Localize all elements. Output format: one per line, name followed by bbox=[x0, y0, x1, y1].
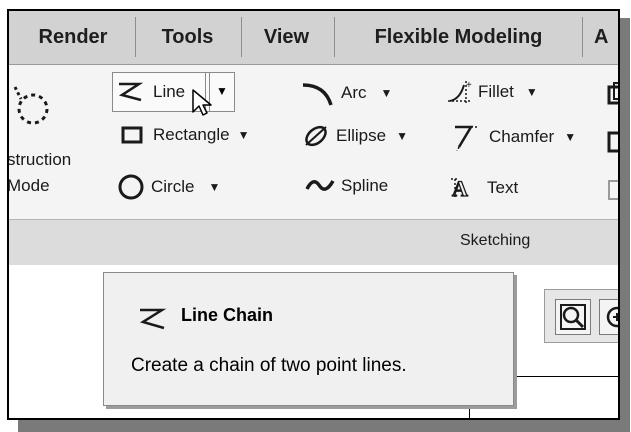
cursor-icon bbox=[192, 89, 212, 116]
tab-applications[interactable]: A bbox=[594, 11, 618, 64]
text-tool[interactable]: A Text bbox=[449, 175, 518, 201]
sketching-group-label: Sketching bbox=[460, 232, 531, 249]
sketch-edge-horizontal bbox=[499, 376, 618, 377]
rectangle-tool[interactable]: Rectangle ▼ bbox=[121, 125, 249, 145]
line-label: Line bbox=[153, 82, 186, 101]
zoom-to-fit-button[interactable] bbox=[555, 299, 591, 335]
tab-flexible-modeling[interactable]: Flexible Modeling bbox=[345, 11, 572, 64]
circle-dropdown-icon[interactable]: ▼ bbox=[208, 180, 220, 194]
chamfer-icon bbox=[455, 125, 479, 151]
ribbon-tab-bar: Render Tools View Flexible Modeling A bbox=[9, 11, 618, 65]
zoom-icon bbox=[560, 304, 586, 330]
blank-page-icon[interactable] bbox=[607, 177, 620, 201]
tab-separator bbox=[241, 17, 242, 57]
rectangle-icon bbox=[121, 126, 143, 144]
text-icon: A bbox=[451, 175, 469, 201]
circle-tool[interactable]: Circle ▼ bbox=[117, 173, 220, 201]
arc-label: Arc bbox=[341, 83, 367, 102]
view-toolbar bbox=[544, 289, 618, 343]
ellipse-icon bbox=[305, 125, 327, 147]
construction-mode-label-2: Mode bbox=[7, 176, 50, 195]
rectangle-label: Rectangle bbox=[153, 125, 230, 144]
spline-icon bbox=[305, 180, 335, 191]
circle-icon bbox=[118, 174, 144, 200]
rectangle-dropdown-icon[interactable]: ▼ bbox=[238, 128, 250, 142]
fillet-dropdown-icon[interactable]: ▼ bbox=[526, 85, 538, 99]
application-window: Render Tools View Flexible Modeling A st… bbox=[7, 9, 620, 420]
chamfer-tool[interactable]: Chamfer ▼ bbox=[453, 123, 576, 151]
zoom-in-button[interactable] bbox=[599, 299, 618, 335]
fillet-tool[interactable]: + Fillet ▼ bbox=[446, 79, 538, 105]
spline-label: Spline bbox=[341, 176, 389, 195]
ellipse-label: Ellipse bbox=[336, 126, 387, 145]
fillet-label: Fillet bbox=[478, 82, 514, 101]
spline-tool[interactable]: Spline bbox=[305, 175, 388, 197]
ribbon-group-bar: Sketching bbox=[9, 219, 618, 266]
ellipse-tool[interactable]: Ellipse ▼ bbox=[302, 123, 408, 149]
tab-separator bbox=[582, 17, 583, 57]
arc-icon bbox=[302, 83, 333, 106]
arc-tool[interactable]: Arc ▼ bbox=[299, 79, 392, 107]
tooltip-description: Create a chain of two point lines. bbox=[131, 355, 407, 376]
paste-icon[interactable] bbox=[607, 129, 620, 153]
tab-separator bbox=[135, 17, 136, 57]
tab-view[interactable]: View bbox=[251, 11, 322, 64]
ellipse-dropdown-icon[interactable]: ▼ bbox=[396, 129, 408, 143]
chamfer-label: Chamfer bbox=[489, 127, 555, 146]
construction-mode-label-1: struction bbox=[7, 150, 72, 169]
circle-label: Circle bbox=[151, 177, 195, 196]
chamfer-dropdown-icon[interactable]: ▼ bbox=[564, 130, 576, 144]
tab-separator bbox=[334, 17, 335, 57]
tab-tools[interactable]: Tools bbox=[146, 11, 229, 64]
tooltip-title: Line Chain bbox=[181, 305, 274, 325]
construction-mode-icon[interactable] bbox=[11, 83, 53, 131]
copy-icon[interactable] bbox=[607, 81, 620, 107]
fillet-icon: + bbox=[448, 80, 472, 103]
svg-text:+: + bbox=[466, 80, 472, 91]
arc-dropdown-icon[interactable]: ▼ bbox=[381, 86, 393, 100]
line-tool[interactable]: Line bbox=[117, 81, 185, 103]
text-label: Text bbox=[487, 178, 519, 197]
line-chain-icon bbox=[139, 308, 167, 330]
line-chain-tooltip: Line Chain Create a chain of two point l… bbox=[103, 272, 514, 406]
tab-render[interactable]: Render bbox=[23, 11, 123, 64]
line-chain-icon bbox=[118, 82, 144, 102]
zoom-in-icon bbox=[606, 306, 618, 328]
